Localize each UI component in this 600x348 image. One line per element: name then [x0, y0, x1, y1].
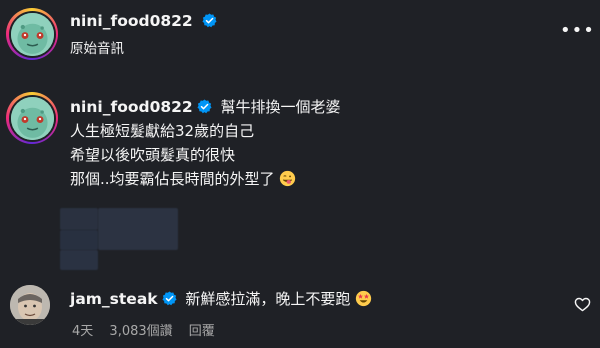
comment-row: jam_steak 新鮮感拉滿，晚上不要跑 — [70, 287, 550, 311]
caption-line-4: 那個..均要霸佔長時間的外型了 — [70, 167, 570, 191]
comment-time: 4天 — [72, 324, 94, 339]
caption-line-1: nini_food0822 幫牛排換一個老婆 — [70, 95, 570, 119]
reply-button[interactable]: 回覆 — [189, 324, 215, 339]
face-savoring-food-emoji — [279, 170, 296, 187]
caption-text: 那個..均要霸佔長時間的外型了 — [70, 170, 275, 188]
heart-outline-icon[interactable] — [574, 296, 591, 317]
caption-username[interactable]: nini_food0822 — [70, 98, 193, 116]
post-author-header: nini_food0822 — [70, 11, 217, 30]
verified-badge-icon — [162, 289, 177, 306]
comment-text: 新鮮感拉滿，晚上不要跑 — [185, 290, 351, 308]
caption-text: 人生極短髮獻給32歲的自己 — [70, 122, 255, 140]
caption-block: nini_food0822 幫牛排換一個老婆 人生極短髮獻給32歲的自己 希望以… — [70, 95, 570, 191]
more-options-icon[interactable]: ••• — [560, 20, 595, 41]
caption-text: 希望以後吹頭髮真的很快 — [70, 146, 236, 164]
verified-badge-icon — [202, 13, 217, 28]
comment-meta: 4天 3,083個讚 回覆 — [72, 320, 215, 339]
comment-likes[interactable]: 3,083個讚 — [109, 324, 172, 339]
bulbasaur-avatar-icon — [10, 96, 54, 140]
comment-username[interactable]: jam_steak — [70, 290, 158, 308]
star-struck-emoji — [355, 290, 372, 307]
commenter-avatar[interactable] — [10, 285, 50, 325]
caption-author-avatar[interactable] — [6, 92, 58, 144]
caption-text: 幫牛排換一個老婆 — [220, 98, 341, 116]
verified-badge-icon — [197, 97, 212, 114]
bulbasaur-avatar-icon — [10, 12, 54, 56]
post-author-avatar[interactable] — [6, 8, 58, 60]
post-author-username[interactable]: nini_food0822 — [70, 12, 193, 30]
audio-subtitle[interactable]: 原始音訊 — [70, 37, 124, 57]
redacted-media — [60, 208, 178, 270]
